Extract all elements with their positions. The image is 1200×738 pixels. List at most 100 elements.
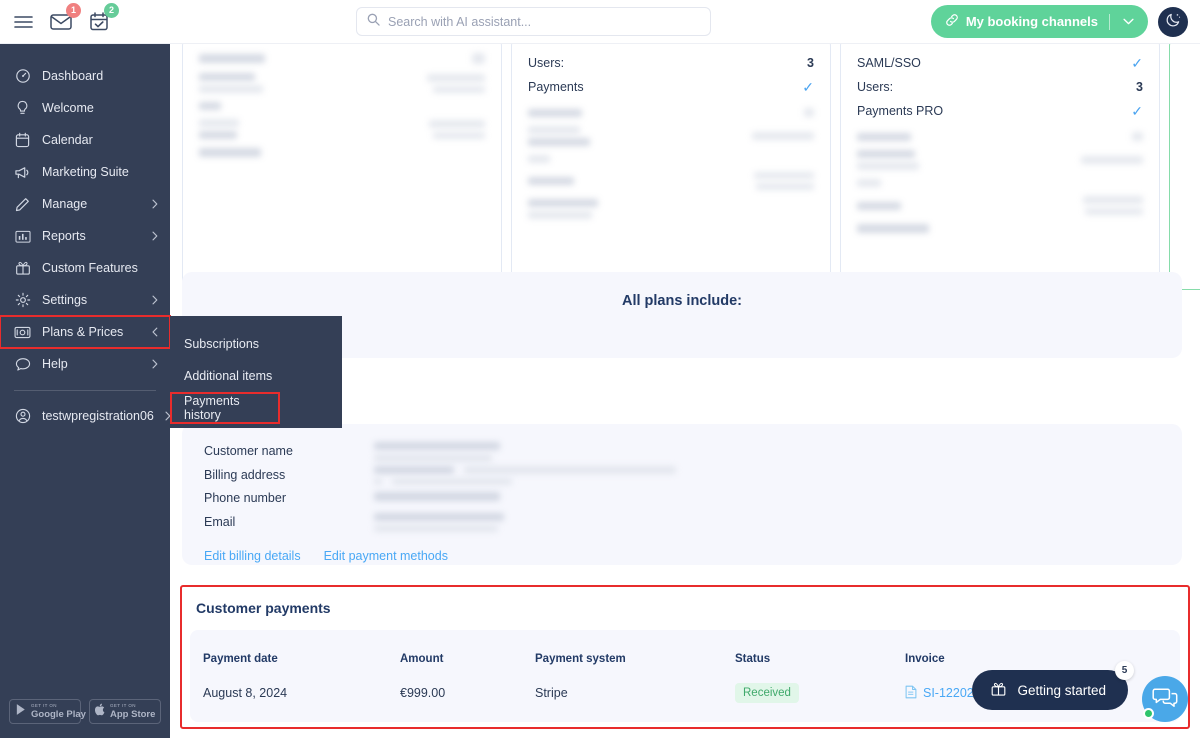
sidebar-item-marketing-suite[interactable]: Marketing Suite	[0, 156, 170, 188]
chevron-down-icon[interactable]	[1123, 18, 1142, 25]
google-play-icon	[15, 703, 27, 721]
mail-badge: 1	[66, 2, 81, 18]
billing-value-redacted	[374, 492, 500, 501]
sidebar-nav: Dashboard Welcome Calendar Marketing Sui…	[0, 44, 171, 432]
billing-value-redacted	[374, 442, 500, 462]
search-box[interactable]	[356, 7, 711, 36]
plan-feature-label: Users:	[528, 56, 565, 70]
sidebar: Dashboard Welcome Calendar Marketing Sui…	[0, 44, 171, 738]
chat-widget-button[interactable]	[1142, 676, 1188, 722]
status-badge: Received	[735, 683, 799, 703]
document-icon	[905, 685, 917, 702]
booking-channels-label: My booking channels	[965, 14, 1098, 29]
plan-feature-row: Users: 3	[528, 51, 814, 75]
billing-label: Phone number	[204, 491, 287, 505]
calendar-check-icon[interactable]: 2	[87, 2, 119, 34]
chevron-left-icon	[152, 327, 158, 337]
app-store-badge[interactable]: GET IT ON App Store	[89, 699, 161, 724]
sidebar-label: Calendar	[42, 133, 93, 147]
plan-feature-row: Payments ✓	[528, 75, 814, 99]
search-input[interactable]	[388, 14, 700, 29]
billing-value-redacted	[374, 512, 504, 532]
cell-payment-system: Stripe	[535, 686, 568, 700]
edit-billing-details-link[interactable]: Edit billing details	[204, 549, 301, 563]
billing-links: Edit billing details Edit payment method…	[204, 549, 1160, 563]
sidebar-label: Custom Features	[42, 261, 138, 275]
sidebar-label: Dashboard	[42, 69, 104, 83]
calendar-icon	[14, 132, 31, 149]
cell-amount: €999.00	[400, 686, 446, 700]
sidebar-account-label: testwpregistration06	[42, 409, 154, 423]
google-play-badge[interactable]: GET IT ON Google Play	[9, 699, 86, 724]
submenu-item-additional-items[interactable]: Additional items	[170, 360, 342, 392]
theme-toggle-button[interactable]	[1158, 6, 1188, 37]
link-icon	[945, 13, 959, 30]
submenu-item-payments-history[interactable]: Payments history	[170, 392, 280, 424]
sidebar-item-calendar[interactable]: Calendar	[0, 124, 170, 156]
sidebar-item-account[interactable]: testwpregistration06	[0, 400, 171, 432]
submenu-item-subscriptions[interactable]: Subscriptions	[170, 328, 342, 360]
chevron-right-icon	[152, 199, 158, 209]
billing-row: Phone number	[204, 489, 1160, 513]
apple-icon	[94, 703, 106, 721]
cell-payment-date: August 8, 2024	[203, 686, 288, 700]
invoice-number: SI-12202	[923, 686, 974, 700]
getting-started-button[interactable]: Getting started 5	[972, 661, 1134, 710]
sidebar-item-manage[interactable]: Manage	[0, 188, 170, 220]
sidebar-item-dashboard[interactable]: Dashboard	[0, 60, 170, 92]
plan-feature-row: SAML/SSO ✓	[857, 51, 1143, 75]
online-status-dot	[1143, 708, 1154, 719]
bar-chart-icon	[14, 228, 31, 245]
chat-bubbles-icon	[1152, 685, 1178, 714]
plan-card[interactable]: SAML/SSO ✓ Users: 3 Payments PRO ✓	[840, 44, 1160, 290]
sidebar-item-help[interactable]: Help	[0, 348, 170, 380]
mail-icon[interactable]: 1	[49, 2, 81, 34]
hamburger-menu-icon[interactable]	[11, 10, 35, 34]
calendar-badge: 2	[104, 2, 119, 18]
billing-row: Customer name	[204, 442, 1160, 466]
billing-value-redacted	[374, 465, 676, 485]
moon-icon	[1165, 11, 1182, 33]
top-bar: 1 2 Search with AI assistant... My booki…	[0, 0, 1200, 44]
submenu-label: Subscriptions	[184, 337, 260, 351]
sidebar-item-custom-features[interactable]: Custom Features	[0, 252, 170, 284]
sidebar-item-settings[interactable]: Settings	[0, 284, 170, 316]
billing-label: Email	[204, 514, 236, 529]
cell-status: Received	[735, 683, 905, 703]
billing-row: Email	[204, 512, 1160, 537]
check-icon: ✓	[1131, 55, 1143, 71]
money-icon	[14, 324, 31, 341]
sidebar-label: Settings	[42, 293, 88, 307]
plan-card-featured[interactable]	[1169, 44, 1200, 290]
top-bar-left-icons: 1 2	[0, 2, 119, 34]
sidebar-item-reports[interactable]: Reports	[0, 220, 170, 252]
top-bar-right: My booking channels	[930, 5, 1188, 38]
column-header-amount: Amount	[400, 653, 444, 665]
all-plans-title: All plans include:	[621, 293, 743, 309]
gauge-icon	[14, 68, 31, 85]
sidebar-label: Plans & Prices	[42, 325, 124, 339]
user-circle-icon	[14, 408, 31, 425]
sidebar-item-welcome[interactable]: Welcome	[0, 92, 170, 124]
column-header-invoice: Invoice	[905, 653, 945, 665]
sidebar-label: Help	[42, 357, 68, 371]
billing-details-panel: Customer name Billing address Phone numb…	[182, 424, 1182, 565]
customer-payments-title: Customer payments	[196, 600, 331, 616]
gear-icon	[14, 292, 31, 309]
plan-feature-value: 3	[807, 56, 814, 70]
column-header-status: Status	[735, 653, 771, 665]
column-header-payment-system: Payment system	[535, 653, 626, 665]
plan-feature-label: Users:	[857, 80, 894, 94]
plan-feature-row: Payments PRO ✓	[857, 99, 1143, 123]
plan-feature-value: 3	[1136, 80, 1143, 94]
chat-bubble-icon	[14, 356, 31, 373]
sidebar-divider	[14, 390, 156, 391]
getting-started-label: Getting started	[1017, 682, 1106, 698]
my-booking-channels-button[interactable]: My booking channels	[930, 5, 1148, 38]
plan-card[interactable]	[182, 44, 502, 290]
edit-payment-methods-link[interactable]: Edit payment methods	[324, 549, 448, 563]
sidebar-label: Reports	[42, 229, 86, 243]
plan-feature-row: Users: 3	[857, 75, 1143, 99]
sidebar-item-plans-and-prices[interactable]: Plans & Prices	[0, 315, 171, 349]
plan-card[interactable]: Users: 3 Payments ✓	[511, 44, 831, 290]
